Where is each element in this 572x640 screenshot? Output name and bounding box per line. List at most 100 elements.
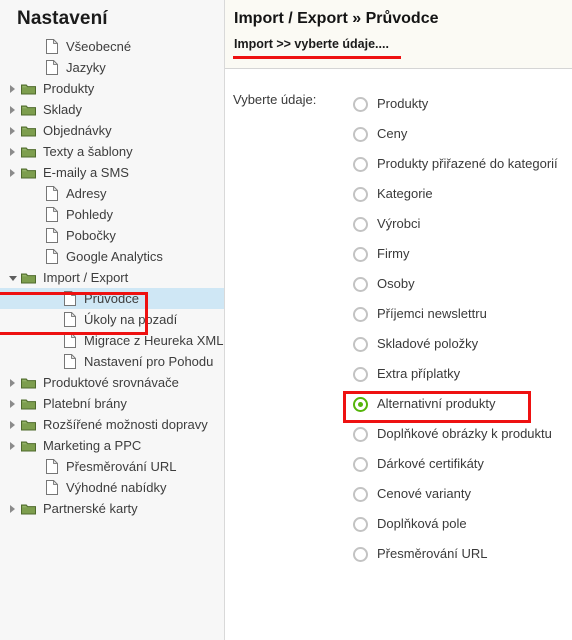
sidebar-item-label: Produkty — [43, 81, 95, 96]
radio-button[interactable] — [353, 366, 368, 382]
sidebar-item-label: Nastavení pro Pohodu — [84, 354, 214, 369]
radio-button[interactable] — [353, 96, 368, 112]
radio-button[interactable] — [353, 396, 368, 412]
chevron-right-icon[interactable] — [6, 435, 19, 456]
radio-option-4[interactable]: Výrobci — [353, 209, 572, 239]
radio-option-14[interactable]: Doplňková pole — [353, 509, 572, 539]
radio-button[interactable] — [353, 336, 368, 352]
sidebar-item-17[interactable]: Platební brány — [0, 393, 224, 414]
file-icon — [42, 225, 61, 246]
radio-option-15[interactable]: Přesměrování URL — [353, 539, 572, 569]
radio-option-3[interactable]: Kategorie — [353, 179, 572, 209]
radio-button[interactable] — [353, 126, 368, 142]
sidebar-title: Nastavení — [17, 8, 108, 29]
sidebar-item-2[interactable]: Produkty — [0, 78, 224, 99]
chevron-down-icon[interactable] — [6, 267, 19, 288]
sidebar-item-16[interactable]: Produktové srovnávače — [0, 372, 224, 393]
radio-button[interactable] — [353, 216, 368, 232]
sidebar-item-1[interactable]: Jazyky — [0, 57, 224, 78]
radio-option-label: Produkty přiřazené do kategorií — [377, 156, 558, 171]
sidebar-item-label: E-maily a SMS — [43, 165, 129, 180]
chevron-right-icon[interactable] — [6, 78, 19, 99]
radio-option-12[interactable]: Dárkové certifikáty — [353, 449, 572, 479]
radio-option-7[interactable]: Příjemci newslettru — [353, 299, 572, 329]
radio-option-2[interactable]: Produkty přiřazené do kategorií — [353, 149, 572, 179]
radio-option-label: Ceny — [377, 126, 408, 141]
radio-button[interactable] — [353, 426, 368, 442]
radio-option-label: Firmy — [377, 246, 410, 261]
radio-option-label: Dárkové certifikáty — [377, 456, 484, 471]
page-title: Import / Export » Průvodce — [234, 10, 439, 27]
radio-option-label: Přesměrování URL — [377, 546, 488, 561]
sidebar-item-8[interactable]: Pohledy — [0, 204, 224, 225]
radio-button[interactable] — [353, 276, 368, 292]
sidebar-item-18[interactable]: Rozšířené možnosti dopravy — [0, 414, 224, 435]
sidebar-item-5[interactable]: Texty a šablony — [0, 141, 224, 162]
sidebar-item-label: Produktové srovnávače — [43, 375, 179, 390]
sidebar-item-11[interactable]: Import / Export — [0, 267, 224, 288]
radio-button[interactable] — [353, 306, 368, 322]
file-icon — [60, 330, 79, 351]
file-icon — [42, 36, 61, 57]
sidebar-item-21[interactable]: Výhodné nabídky — [0, 477, 224, 498]
radio-option-label: Cenové varianty — [377, 486, 471, 501]
chevron-right-icon[interactable] — [6, 99, 19, 120]
folder-icon — [19, 141, 38, 162]
sidebar-item-label: Všeobecné — [66, 39, 132, 54]
radio-option-13[interactable]: Cenové varianty — [353, 479, 572, 509]
radio-button[interactable] — [353, 156, 368, 172]
radio-option-5[interactable]: Firmy — [353, 239, 572, 269]
sidebar-item-19[interactable]: Marketing a PPC — [0, 435, 224, 456]
sidebar-item-label: Adresy — [66, 186, 107, 201]
sidebar-item-9[interactable]: Pobočky — [0, 225, 224, 246]
sidebar-item-6[interactable]: E-maily a SMS — [0, 162, 224, 183]
radio-option-label: Příjemci newslettru — [377, 306, 487, 321]
radio-button[interactable] — [353, 246, 368, 262]
radio-option-0[interactable]: Produkty — [353, 89, 572, 119]
radio-option-label: Extra příplatky — [377, 366, 461, 381]
radio-button[interactable] — [353, 486, 368, 502]
sidebar-item-14[interactable]: Migrace z Heureka XML — [0, 330, 224, 351]
file-icon — [60, 309, 79, 330]
sidebar-item-0[interactable]: Všeobecné — [0, 36, 224, 57]
folder-icon — [19, 414, 38, 435]
sidebar-item-20[interactable]: Přesměrování URL — [0, 456, 224, 477]
sidebar-item-10[interactable]: Google Analytics — [0, 246, 224, 267]
radio-option-11[interactable]: Doplňkové obrázky k produktu — [353, 419, 572, 449]
radio-option-label: Doplňkové obrázky k produktu — [377, 426, 552, 441]
sidebar-item-7[interactable]: Adresy — [0, 183, 224, 204]
folder-icon — [19, 267, 38, 288]
sidebar-item-13[interactable]: Úkoly na pozadí — [0, 309, 224, 330]
radio-button[interactable] — [353, 516, 368, 532]
radio-option-6[interactable]: Osoby — [353, 269, 572, 299]
chevron-right-icon[interactable] — [6, 162, 19, 183]
radio-option-9[interactable]: Extra příplatky — [353, 359, 572, 389]
breadcrumb[interactable]: Import >> vyberte údaje.... — [233, 36, 389, 52]
data-type-radio-group[interactable]: Produkty Ceny Produkty přiřazené do katego… — [343, 89, 572, 569]
sidebar-item-label: Výhodné nabídky — [66, 480, 167, 495]
chevron-right-icon[interactable] — [6, 393, 19, 414]
radio-button[interactable] — [353, 456, 368, 472]
folder-icon — [19, 78, 38, 99]
sidebar-item-15[interactable]: Nastavení pro Pohodu — [0, 351, 224, 372]
radio-option-1[interactable]: Ceny — [353, 119, 572, 149]
radio-button[interactable] — [353, 546, 368, 562]
file-icon — [42, 183, 61, 204]
radio-option-8[interactable]: Skladové položky — [353, 329, 572, 359]
sidebar-item-12[interactable]: Průvodce — [0, 288, 224, 309]
radio-option-10[interactable]: Alternativní produkty — [343, 389, 572, 423]
chevron-right-icon[interactable] — [6, 414, 19, 435]
sidebar-item-3[interactable]: Sklady — [0, 99, 224, 120]
chevron-right-icon[interactable] — [6, 498, 19, 519]
sidebar-item-4[interactable]: Objednávky — [0, 120, 224, 141]
radio-button[interactable] — [353, 186, 368, 202]
sidebar-item-22[interactable]: Partnerské karty — [0, 498, 224, 519]
sidebar-item-label: Google Analytics — [66, 249, 163, 264]
file-icon — [42, 246, 61, 267]
chevron-right-icon[interactable] — [6, 141, 19, 162]
chevron-right-icon[interactable] — [6, 372, 19, 393]
chevron-right-icon[interactable] — [6, 120, 19, 141]
